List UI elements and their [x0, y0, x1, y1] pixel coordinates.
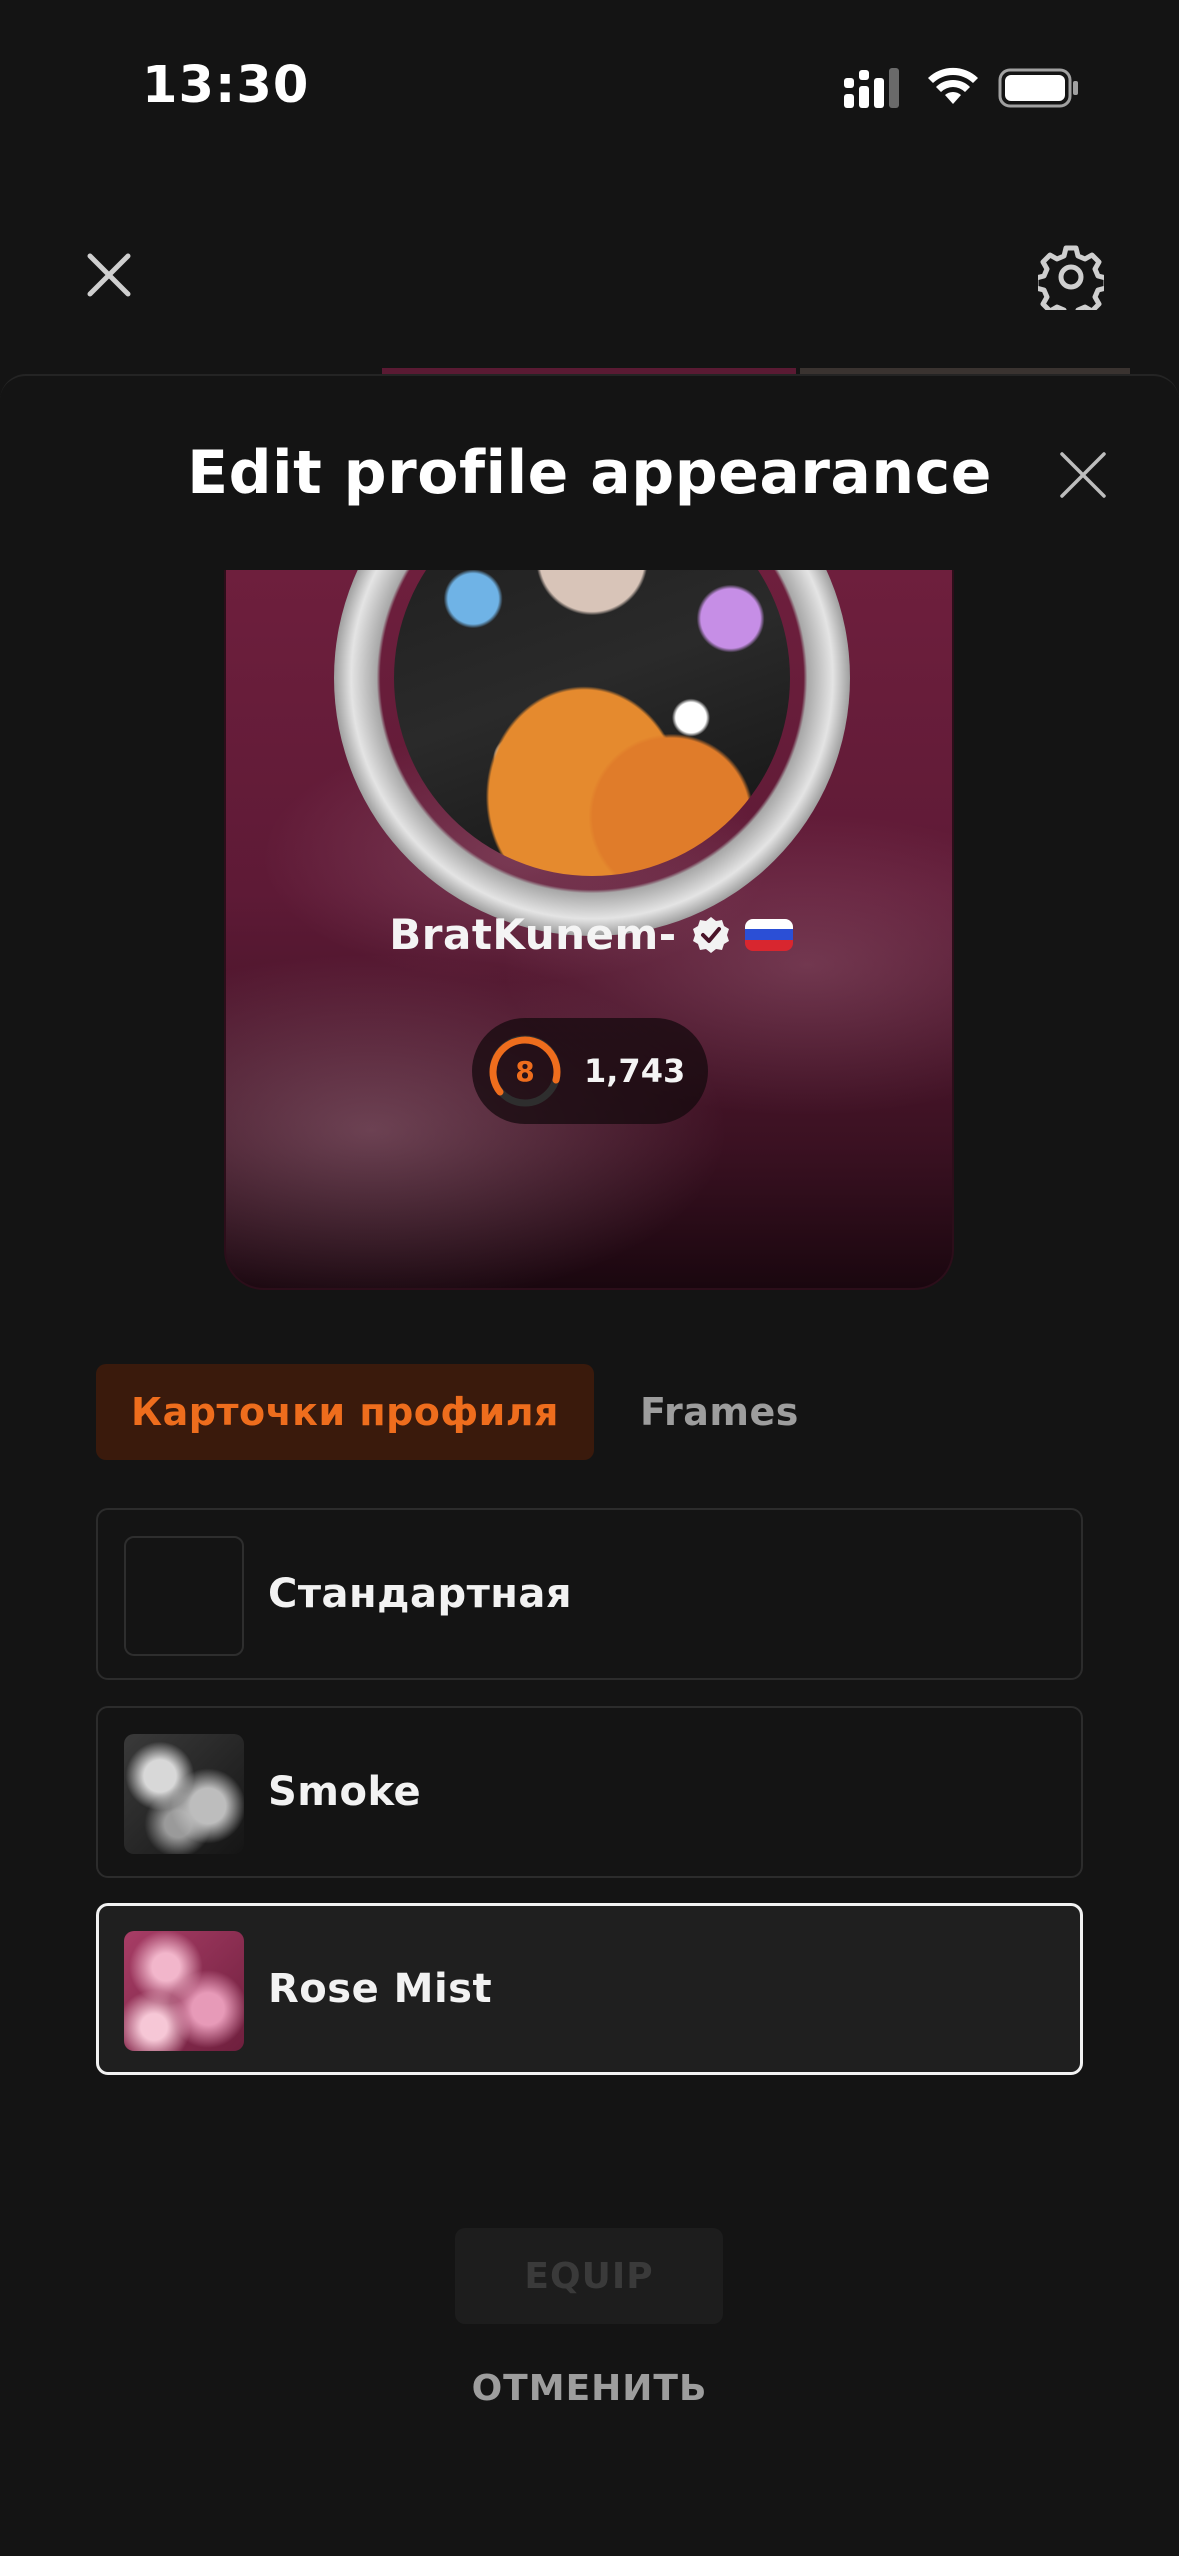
gear-icon[interactable] [1038, 244, 1104, 310]
username-row: BratKunem- [226, 910, 952, 959]
option-thumbnail [124, 1734, 244, 1854]
profile-card-preview: BratKunem- 8 1,743 [224, 570, 954, 1290]
tab-frames[interactable]: Frames [594, 1364, 845, 1460]
sheet-title: Edit profile appearance [187, 438, 992, 508]
level-pill: 8 1,743 [472, 1018, 708, 1124]
option-thumbnail [124, 1536, 244, 1656]
option-label: Rose Mist [268, 1966, 493, 2012]
equip-button[interactable]: EQUIP [455, 2228, 723, 2324]
level-score: 1,743 [584, 1052, 686, 1090]
level-number: 8 [515, 1054, 535, 1088]
card-option-standard[interactable]: Стандартная [96, 1508, 1083, 1680]
status-time: 13:30 [142, 56, 310, 115]
cancel-button[interactable]: ОТМЕНИТЬ [0, 2368, 1179, 2409]
option-thumbnail [124, 1931, 244, 2051]
username: BratKunem- [389, 910, 677, 959]
card-option-smoke[interactable]: Smoke [96, 1706, 1083, 1878]
card-option-rose-mist[interactable]: Rose Mist [96, 1903, 1083, 2075]
battery-icon [998, 68, 1078, 108]
wifi-icon [928, 67, 978, 104]
sheet-close-icon[interactable] [1058, 450, 1108, 500]
verified-badge-icon [692, 916, 729, 953]
option-label: Стандартная [268, 1571, 573, 1617]
tab-profile-cards[interactable]: Карточки профиля [96, 1364, 594, 1460]
cellular-signal-icon [844, 68, 899, 108]
status-bar: 13:30 [0, 0, 1179, 150]
appearance-tabs: Карточки профиля Frames [96, 1364, 845, 1460]
option-label: Smoke [268, 1769, 422, 1815]
russia-flag-icon [744, 918, 793, 951]
close-icon[interactable] [84, 250, 134, 300]
